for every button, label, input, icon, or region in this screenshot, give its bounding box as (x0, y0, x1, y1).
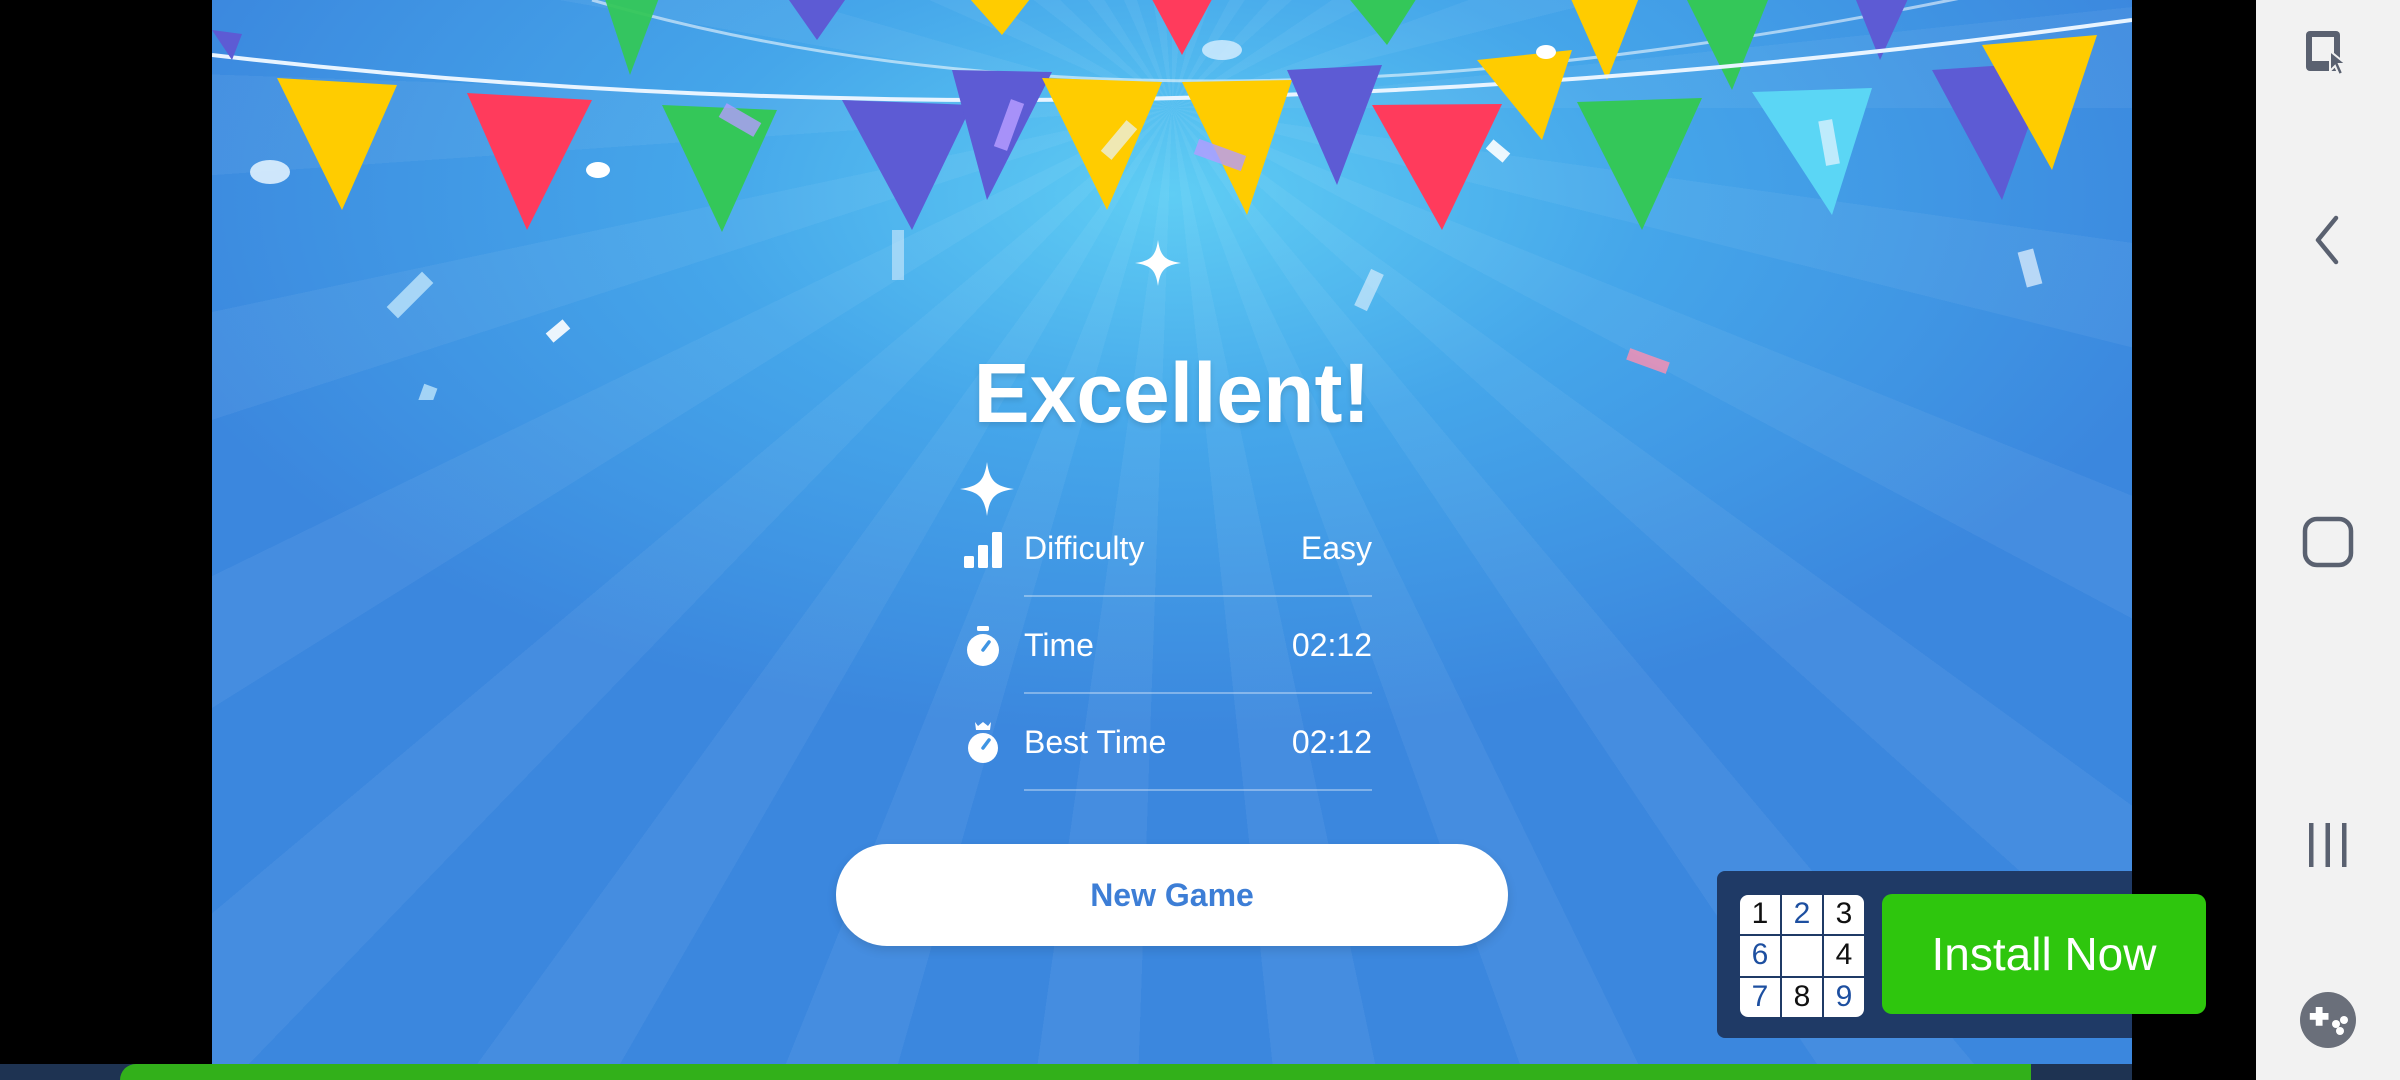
stat-row-difficulty: Difficulty Easy (962, 500, 1372, 597)
screen-pin-button[interactable] (2256, 5, 2400, 105)
bunting-decoration (212, 0, 2132, 400)
ad-progress-bar (0, 1064, 2132, 1080)
grid-cell: 4 (1824, 936, 1864, 976)
divider (1024, 789, 1372, 791)
signal-bars-icon (964, 532, 1002, 568)
stat-row-time: Time 02:12 (962, 597, 1372, 694)
screen: Excellent! Difficulty Easy Time 02:12 Be… (0, 0, 2400, 1080)
home-button[interactable] (2256, 492, 2400, 592)
grid-cell: 1 (1740, 895, 1780, 935)
stat-label: Time (1024, 627, 1094, 663)
stat-value: Easy (1300, 530, 1372, 566)
stat-row-best-time: Best Time 02:12 (962, 694, 1372, 791)
system-nav-bar (2256, 0, 2400, 1080)
game-tools-button[interactable] (2256, 970, 2400, 1070)
game-tools-icon (2300, 992, 2356, 1048)
result-title: Excellent! (973, 346, 1371, 440)
back-button[interactable] (2256, 190, 2400, 290)
grid-cell (1782, 936, 1822, 976)
letterbox-left (0, 0, 212, 1080)
grid-cell: 6 (1740, 936, 1780, 976)
grid-cell: 7 (1740, 977, 1780, 1017)
sparkle-icon (1135, 240, 1181, 286)
stopwatch-icon (967, 626, 999, 666)
grid-cell: 3 (1824, 895, 1864, 935)
grid-cell: 2 (1782, 895, 1822, 935)
stat-value: 02:12 (1291, 724, 1372, 760)
recents-icon (2309, 823, 2347, 867)
stat-label: Difficulty (1024, 530, 1145, 566)
home-icon (2302, 516, 2354, 568)
back-icon (2315, 215, 2339, 265)
stat-value: 02:12 (1291, 627, 1372, 663)
grid-cell: 8 (1782, 977, 1822, 1017)
ad-progress-fill (120, 1064, 2031, 1080)
crown-stopwatch-icon (968, 722, 998, 763)
sudoku-app-icon[interactable]: 1 2 3 6 4 7 8 9 (1738, 893, 1866, 1019)
stat-label: Best Time (1024, 724, 1167, 760)
recents-button[interactable] (2256, 795, 2400, 895)
screen-pin-icon (2306, 31, 2349, 77)
grid-cell: 9 (1824, 977, 1864, 1017)
install-now-button[interactable]: Install Now (1882, 894, 2206, 1014)
new-game-button[interactable]: New Game (836, 844, 1508, 946)
